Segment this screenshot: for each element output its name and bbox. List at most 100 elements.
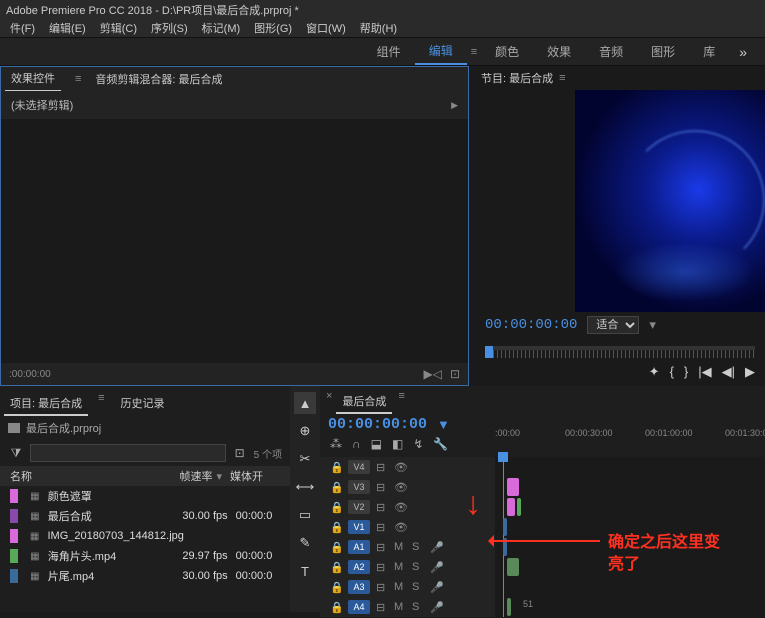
lock-icon[interactable]: 🔒 <box>330 461 342 474</box>
selection-tool[interactable]: ▲ <box>294 392 316 414</box>
ripple-edit-tool[interactable]: ✂ <box>294 448 316 470</box>
track-label[interactable]: V3 <box>348 480 370 494</box>
mute-icon[interactable]: M <box>394 581 406 593</box>
clip-v2a[interactable] <box>507 498 515 516</box>
menu-help[interactable]: 帮助(H) <box>354 18 403 37</box>
lock-icon[interactable]: 🔒 <box>330 581 342 594</box>
track-label[interactable]: V4 <box>348 460 370 474</box>
playhead-handle[interactable] <box>485 346 493 358</box>
lock-icon[interactable]: 🔒 <box>330 541 342 554</box>
track-label[interactable]: A3 <box>348 580 370 594</box>
eye-icon[interactable]: 👁 <box>394 481 406 494</box>
clip-a2[interactable] <box>507 558 519 576</box>
col-media-start[interactable]: 媒体开 <box>230 468 285 484</box>
go-to-in-button[interactable]: |◀ <box>698 364 711 380</box>
sync-lock-icon[interactable]: ⊟ <box>376 461 388 474</box>
program-options-icon[interactable]: ≡ <box>559 72 565 84</box>
track-select-tool[interactable]: ⊕ <box>294 420 316 442</box>
program-preview[interactable] <box>575 90 765 312</box>
audio-track-header[interactable]: 🔒 A3 ⊟ M S 🎤 <box>320 577 495 597</box>
lock-icon[interactable]: 🔒 <box>330 561 342 574</box>
ws-tab-color[interactable]: 颜色 <box>481 39 533 64</box>
solo-icon[interactable]: S <box>412 541 424 553</box>
voiceover-mic-icon[interactable]: 🎤 <box>430 541 442 554</box>
sync-lock-icon[interactable]: ⊟ <box>376 561 388 574</box>
sync-lock-icon[interactable]: ⊟ <box>376 521 388 534</box>
col-name[interactable]: 名称 <box>10 468 170 484</box>
track-label[interactable]: A2 <box>348 560 370 574</box>
video-track-header[interactable]: 🔒 V2 ⊟ 👁 <box>320 497 495 517</box>
zoom-chevron-icon[interactable]: ▾ <box>649 317 656 333</box>
search-input[interactable] <box>30 444 226 462</box>
clip-v2b[interactable] <box>517 498 521 516</box>
menu-file[interactable]: 件(F) <box>4 18 41 37</box>
zoom-select[interactable]: 适合 <box>587 316 639 334</box>
sync-lock-icon[interactable]: ⊟ <box>376 481 388 494</box>
sync-lock-icon[interactable]: ⊟ <box>376 581 388 594</box>
playhead-line[interactable] <box>503 457 504 617</box>
voiceover-mic-icon[interactable]: 🎤 <box>430 581 442 594</box>
video-track-header[interactable]: 🔒 V3 ⊟ 👁 <box>320 477 495 497</box>
project-item[interactable]: ▦ 片尾.mp4 30.00 fps 00:00:0 <box>0 566 290 586</box>
menu-edit[interactable]: 编辑(E) <box>43 18 92 37</box>
track-area[interactable]: 51 <box>495 457 765 617</box>
razor-tool[interactable]: ⟷ <box>294 476 316 498</box>
loop-icon[interactable]: ▶◁ <box>423 367 441 381</box>
ws-tab-libraries[interactable]: 库 <box>689 39 729 64</box>
step-back-button[interactable]: ◀| <box>722 364 735 380</box>
ws-tab-graphics[interactable]: 图形 <box>637 39 689 64</box>
col-framerate[interactable]: 帧速率 <box>170 468 230 484</box>
menu-marker[interactable]: 标记(M) <box>196 18 247 37</box>
audio-track-header[interactable]: 🔒 A1 ⊟ M S 🎤 <box>320 537 495 557</box>
ws-overflow-button[interactable]: » <box>729 40 757 64</box>
track-label[interactable]: V2 <box>348 500 370 514</box>
project-item[interactable]: ▦ 海角片头.mp4 29.97 fps 00:00:0 <box>0 546 290 566</box>
ws-tab-effects[interactable]: 效果 <box>533 39 585 64</box>
video-track-header[interactable]: 🔒 V4 ⊟ 👁 <box>320 457 495 477</box>
expand-icon[interactable] <box>451 99 458 111</box>
menu-graphics[interactable]: 图形(G) <box>248 18 298 37</box>
tab-history[interactable]: 历史记录 <box>115 392 171 416</box>
in-point-button[interactable]: { <box>670 364 674 380</box>
marker-button[interactable]: ✦ <box>649 364 660 380</box>
audio-track-header[interactable]: 🔒 A2 ⊟ M S 🎤 <box>320 557 495 577</box>
clip-a1[interactable] <box>503 538 507 556</box>
wrench-icon[interactable]: 🔧 <box>433 437 448 451</box>
clip-v3[interactable] <box>507 478 519 496</box>
menu-sequence[interactable]: 序列(S) <box>145 18 194 37</box>
snap-toggle[interactable]: ⁂ <box>330 437 342 451</box>
project-item[interactable]: ▦ 最后合成 30.00 fps 00:00:0 <box>0 506 290 526</box>
mute-icon[interactable]: M <box>394 541 406 553</box>
pen-tool[interactable]: ✎ <box>294 532 316 554</box>
program-scrubber[interactable] <box>475 338 765 358</box>
eye-icon[interactable]: 👁 <box>394 501 406 514</box>
timeline-ruler[interactable]: :00:00 00:00:30:00 00:01:00:00 00:01:30:… <box>495 428 765 446</box>
tab-effect-controls[interactable]: 效果控件 <box>5 66 61 92</box>
linked-selection-toggle[interactable]: ∩ <box>352 437 361 451</box>
panel-tab-equiv-icon[interactable]: ≡ <box>69 73 81 85</box>
program-timecode[interactable]: 00:00:00:00 <box>485 317 577 333</box>
mute-icon[interactable]: M <box>394 561 406 573</box>
program-title[interactable]: 节目: 最后合成 <box>481 70 553 86</box>
ws-tab-audio[interactable]: 音频 <box>585 39 637 64</box>
solo-icon[interactable]: S <box>412 601 424 613</box>
filter-icon[interactable]: ⧩ <box>8 445 24 461</box>
tab-project[interactable]: 项目: 最后合成 <box>4 392 88 416</box>
type-tool[interactable]: T <box>294 560 316 582</box>
lock-icon[interactable]: 🔒 <box>330 521 342 534</box>
ws-tab-assembly[interactable]: 组件 <box>363 39 415 64</box>
solo-icon[interactable]: S <box>412 561 424 573</box>
clip-a4[interactable] <box>507 598 511 616</box>
ws-options-icon[interactable]: ≡ <box>467 46 481 58</box>
slip-tool[interactable]: ▭ <box>294 504 316 526</box>
project-item[interactable]: ▦ 颜色遮罩 <box>0 486 290 506</box>
ws-tab-editing[interactable]: 编辑 <box>415 38 467 65</box>
audio-track-header[interactable]: 🔒 A4 ⊟ M S 🎤 <box>320 597 495 617</box>
lock-icon[interactable]: 🔒 <box>330 481 342 494</box>
out-point-button[interactable]: } <box>684 364 688 380</box>
video-track-header[interactable]: 🔒 V1 ⊟ 👁 <box>320 517 495 537</box>
tl-close-icon[interactable]: × <box>326 390 332 414</box>
sync-lock-icon[interactable]: ⊟ <box>376 501 388 514</box>
play-button[interactable]: ▶ <box>745 364 755 380</box>
solo-icon[interactable]: S <box>412 581 424 593</box>
